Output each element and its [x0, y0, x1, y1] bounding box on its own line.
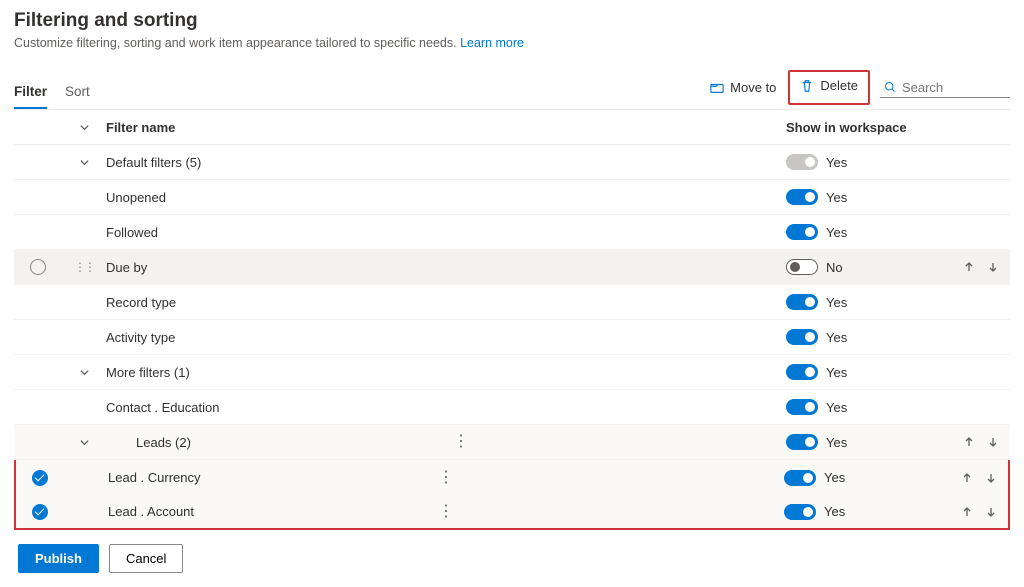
move-up-button[interactable]: [960, 258, 978, 276]
toggle-switch[interactable]: [786, 224, 818, 240]
toggle-switch[interactable]: [786, 189, 818, 205]
move-up-button[interactable]: [958, 503, 976, 521]
move-down-button[interactable]: [984, 258, 1002, 276]
toggle-switch[interactable]: [786, 294, 818, 310]
row-checkbox[interactable]: [30, 259, 46, 275]
row-label: Default filters (5): [106, 155, 786, 170]
move-up-button[interactable]: [958, 469, 976, 487]
table-row[interactable]: Lead . Account⋮ Yes: [14, 495, 1010, 530]
trash-icon: [800, 79, 814, 93]
learn-more-link[interactable]: Learn more: [460, 36, 524, 50]
toggle-switch[interactable]: [786, 399, 818, 415]
column-show-in-workspace[interactable]: Show in workspace: [786, 120, 956, 135]
move-down-button[interactable]: [982, 503, 1000, 521]
collapse-all-chevron[interactable]: [75, 118, 93, 136]
table-header: Filter name Show in workspace: [14, 110, 1010, 145]
table-row[interactable]: Contact . Education Yes: [14, 390, 1010, 425]
row-label: Record type: [106, 295, 176, 310]
publish-button[interactable]: Publish: [18, 544, 99, 573]
toggle-switch[interactable]: [786, 364, 818, 380]
table-row[interactable]: Followed Yes: [14, 215, 1010, 250]
toggle-switch[interactable]: [784, 470, 816, 486]
row-checkbox[interactable]: [32, 504, 48, 520]
chevron-down-icon[interactable]: [75, 363, 93, 381]
table-row[interactable]: Unopened Yes: [14, 180, 1010, 215]
folder-move-icon: [710, 81, 724, 95]
row-checkbox[interactable]: [32, 470, 48, 486]
toggle-switch[interactable]: [784, 504, 816, 520]
toggle-disabled: [786, 154, 818, 170]
row-label: Contact . Education: [106, 400, 219, 415]
row-label: Followed: [106, 225, 158, 240]
table-row[interactable]: Lead . Currency⋮ Yes: [14, 460, 1010, 495]
toggle-switch[interactable]: [786, 434, 818, 450]
column-filter-name[interactable]: Filter name: [106, 120, 786, 135]
row-label: Due by: [106, 260, 147, 275]
table-row[interactable]: ⋮⋮ Due by No: [14, 250, 1010, 285]
row-label: Lead . Currency: [108, 470, 428, 485]
search-input-wrap[interactable]: [880, 78, 1010, 98]
table-row[interactable]: Default filters (5) Yes: [14, 145, 1010, 180]
table-row[interactable]: More filters (1) Yes: [14, 355, 1010, 390]
tab-filter[interactable]: Filter: [14, 78, 47, 109]
move-to-button[interactable]: Move to: [702, 76, 784, 99]
row-more-icon[interactable]: ⋮: [428, 504, 464, 520]
chevron-down-icon[interactable]: [75, 433, 93, 451]
row-label: More filters (1): [106, 365, 190, 380]
move-down-button[interactable]: [984, 433, 1002, 451]
search-input[interactable]: [902, 80, 1006, 95]
tab-bar: Filter Sort: [14, 78, 90, 109]
row-more-icon[interactable]: ⋮: [428, 470, 464, 486]
row-label: Unopened: [106, 190, 166, 205]
page-title: Filtering and sorting: [14, 10, 1010, 32]
table-row[interactable]: Record type Yes: [14, 285, 1010, 320]
move-down-button[interactable]: [982, 469, 1000, 487]
drag-handle-icon[interactable]: ⋮⋮: [74, 260, 94, 274]
delete-button[interactable]: Delete: [792, 74, 866, 97]
cancel-button[interactable]: Cancel: [109, 544, 183, 573]
table-row[interactable]: Leads (2)⋮ Yes: [14, 425, 1010, 460]
row-more-icon[interactable]: ⋮: [443, 434, 479, 450]
toggle-switch[interactable]: [786, 329, 818, 345]
row-label: Activity type: [106, 330, 175, 345]
search-icon: [884, 80, 896, 94]
row-label: Lead . Account: [108, 504, 428, 519]
move-up-button[interactable]: [960, 433, 978, 451]
tab-sort[interactable]: Sort: [65, 78, 90, 109]
toggle-switch[interactable]: [786, 259, 818, 275]
row-label: Leads (2): [106, 435, 443, 450]
page-subtitle: Customize filtering, sorting and work it…: [14, 36, 1010, 50]
chevron-down-icon[interactable]: [75, 153, 93, 171]
table-row[interactable]: Activity type Yes: [14, 320, 1010, 355]
